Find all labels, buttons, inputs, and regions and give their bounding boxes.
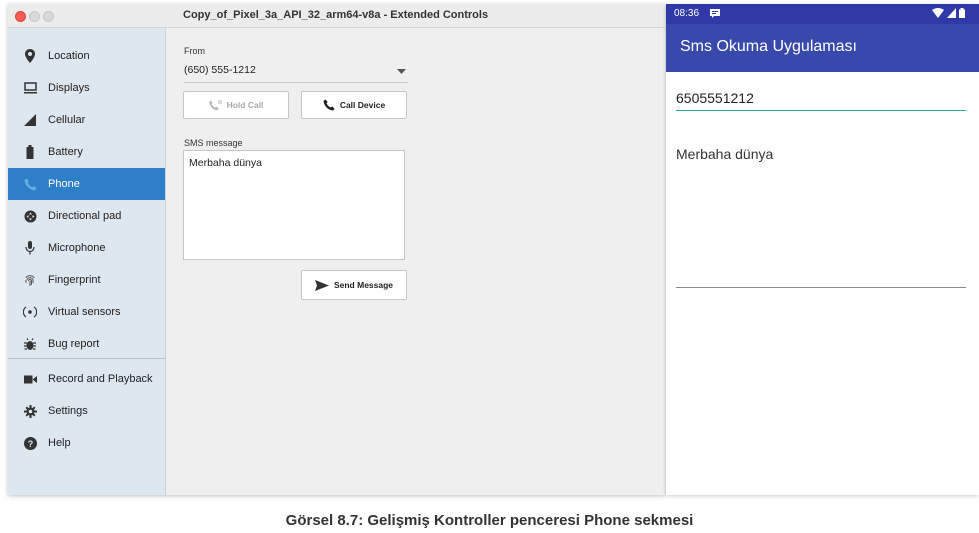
phone-hold-icon [208, 99, 222, 111]
window-title: Copy_of_Pixel_3a_API_32_arm64-v8a - Exte… [183, 9, 489, 21]
divider-line [676, 287, 966, 288]
app-title: Sms Okuma Uygulaması [680, 38, 857, 55]
figure-caption: Görsel 8.7: Gelişmiş Kontroller penceres… [285, 512, 694, 529]
sidebar-item-virtual-sensors[interactable]: Virtual sensors [8, 296, 165, 328]
call-device-label: Call Device [339, 100, 386, 110]
sidebar-item-cellular[interactable]: Cellular [8, 104, 165, 136]
sidebar: Location Displays Cellular Battery Phone [8, 28, 166, 495]
sidebar-item-location[interactable]: Location [8, 40, 165, 72]
call-device-button[interactable]: Call Device [301, 91, 407, 119]
sidebar-item-label: Virtual sensors [48, 306, 121, 318]
phone-number-field[interactable]: 6505551212 [676, 90, 966, 111]
android-device-screen: 08:36 Sms Okuma Uygulaması 6505551212 Me… [666, 4, 979, 495]
cellular-signal-icon [947, 8, 956, 18]
sidebar-item-label: Help [48, 437, 71, 449]
send-message-label: Send Message [333, 280, 394, 290]
message-notification-icon [710, 9, 720, 21]
battery-icon [22, 144, 38, 160]
sidebar-item-label: Battery [48, 146, 83, 158]
sidebar-item-label: Bug report [48, 338, 100, 350]
sidebar-item-label: Fingerprint [48, 274, 101, 286]
cellular-signal-icon [22, 112, 38, 128]
sidebar-item-directional-pad[interactable]: Directional pad [8, 200, 165, 232]
app-bar: Sms Okuma Uygulaması [666, 24, 979, 72]
hold-call-button[interactable]: Hold Call [183, 91, 289, 119]
fingerprint-icon [22, 272, 38, 288]
gear-icon [22, 403, 38, 419]
sidebar-divider [8, 358, 165, 359]
help-icon: ? [22, 435, 38, 451]
dpad-icon [22, 208, 38, 224]
status-icons [932, 8, 965, 18]
sidebar-item-settings[interactable]: Settings [8, 395, 165, 427]
status-bar: 08:36 [666, 4, 979, 24]
status-time: 08:36 [674, 8, 700, 19]
svg-text:?: ? [27, 439, 33, 449]
sidebar-item-label: Displays [48, 82, 90, 94]
sidebar-item-label: Cellular [48, 114, 86, 126]
sidebar-item-battery[interactable]: Battery [8, 136, 165, 168]
sidebar-item-help[interactable]: ? Help [8, 427, 165, 459]
close-window-button[interactable] [15, 11, 26, 22]
chevron-down-icon [397, 66, 406, 78]
sidebar-item-label: Phone [48, 178, 80, 190]
hold-call-label: Hold Call [226, 100, 264, 110]
sidebar-item-label: Settings [48, 405, 88, 417]
display-icon [22, 80, 38, 96]
phone-panel: From (650) 555-1212 Hold Call Call Devic… [166, 28, 665, 495]
sms-message-textarea[interactable]: Merbaha dünya [183, 150, 405, 260]
send-message-button[interactable]: Send Message [301, 270, 407, 300]
sidebar-item-label: Directional pad [48, 210, 122, 222]
from-number-select[interactable]: (650) 555-1212 [184, 62, 408, 83]
extended-controls-window: Copy_of_Pixel_3a_API_32_arm64-v8a - Exte… [8, 4, 665, 495]
sidebar-item-record-and-playback[interactable]: Record and Playback [8, 363, 165, 395]
sidebar-item-displays[interactable]: Displays [8, 72, 165, 104]
from-number-value: (650) 555-1212 [184, 64, 256, 76]
send-icon [314, 279, 329, 291]
battery-icon [959, 8, 965, 18]
sidebar-item-phone[interactable]: Phone [8, 168, 165, 200]
title-bar: Copy_of_Pixel_3a_API_32_arm64-v8a - Exte… [8, 4, 665, 28]
received-message-text: Merbaha dünya [676, 146, 774, 162]
video-camera-icon [22, 371, 38, 387]
minimize-window-button[interactable] [29, 11, 40, 22]
sidebar-item-bug-report[interactable]: Bug report [8, 328, 165, 360]
virtual-sensors-icon [22, 304, 38, 320]
phone-icon [22, 176, 38, 192]
microphone-icon [22, 240, 38, 256]
sidebar-item-label: Location [48, 50, 90, 62]
phone-icon [323, 99, 335, 111]
wifi-icon [932, 8, 944, 18]
location-pin-icon [22, 48, 38, 64]
sidebar-item-fingerprint[interactable]: Fingerprint [8, 264, 165, 296]
sidebar-item-label: Record and Playback [48, 373, 153, 385]
sms-message-label: SMS message [184, 138, 243, 148]
bug-icon [22, 336, 38, 352]
maximize-window-button[interactable] [43, 11, 54, 22]
sidebar-item-label: Microphone [48, 242, 106, 254]
from-label: From [184, 46, 205, 56]
sidebar-item-microphone[interactable]: Microphone [8, 232, 165, 264]
